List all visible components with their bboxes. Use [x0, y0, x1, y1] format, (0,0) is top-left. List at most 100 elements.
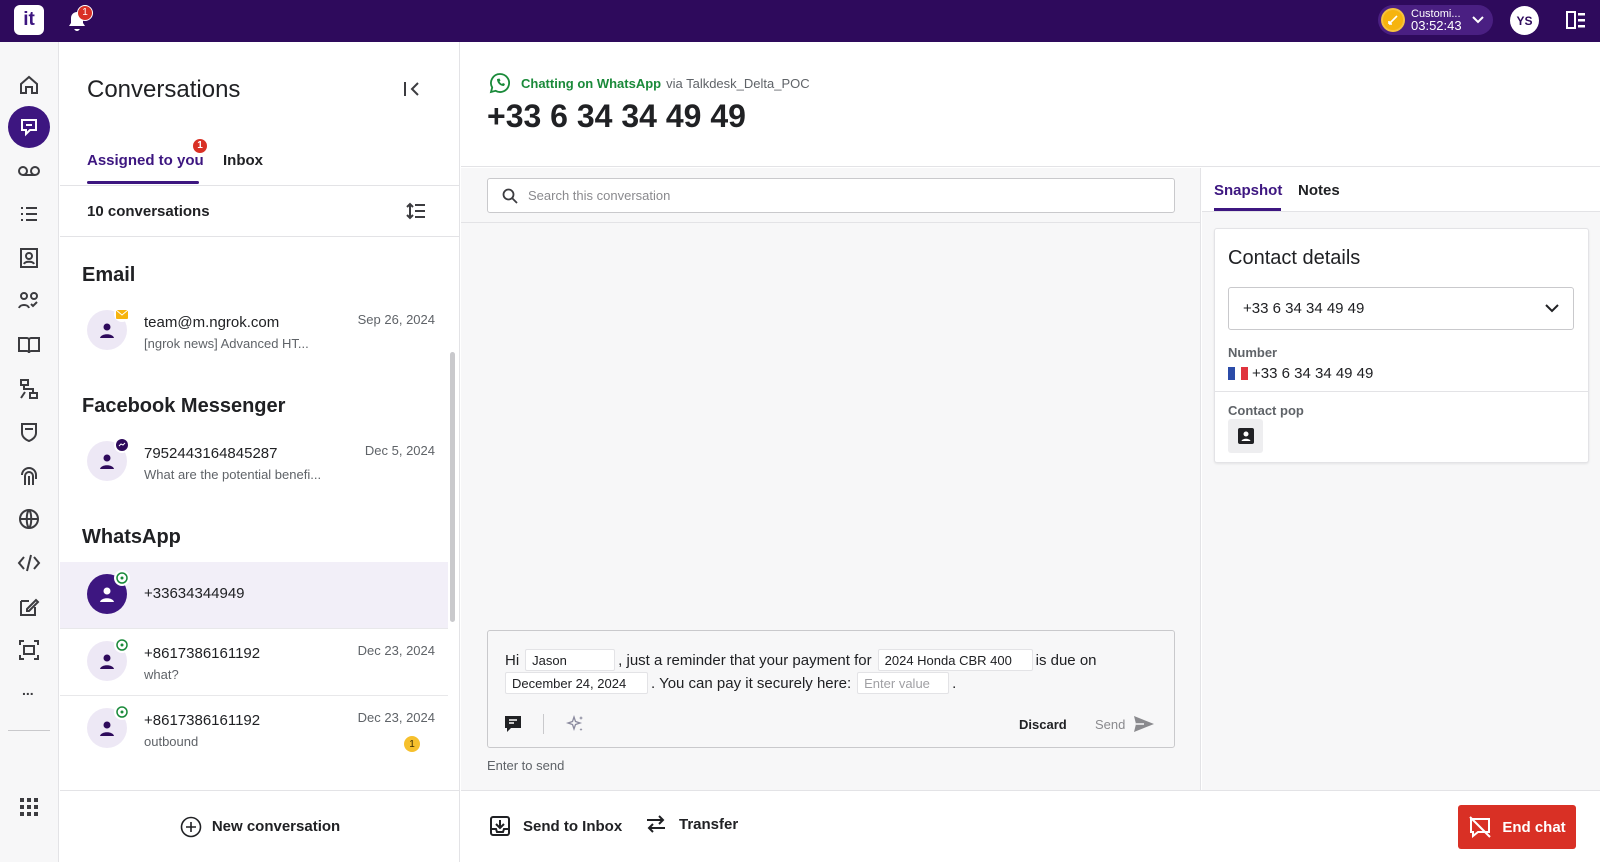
globe-icon[interactable]: [12, 502, 46, 536]
ai-sparkle-icon[interactable]: [564, 713, 586, 735]
end-chat-icon: [1469, 816, 1492, 838]
send-to-inbox-label: Send to Inbox: [523, 817, 623, 835]
chat-area: Hi Jason , just a reminder that your pay…: [461, 168, 1201, 790]
conversation-date: Dec 5, 2024: [364, 443, 435, 458]
end-chat-button[interactable]: End chat: [1458, 805, 1576, 849]
template-field-date[interactable]: December 24, 2024: [505, 672, 648, 694]
voicemail-icon[interactable]: [12, 154, 46, 188]
message-text: is due on: [1035, 651, 1097, 669]
user-avatar[interactable]: YS: [1510, 6, 1539, 35]
status-timer: 03:52:43: [1411, 18, 1462, 33]
template-field-item[interactable]: 2024 Honda CBR 400: [877, 649, 1033, 671]
section-whatsapp-title: WhatsApp: [82, 526, 181, 548]
whatsapp-icon: [114, 704, 130, 720]
top-bar: it 1 Customi... 03:52:43 YS: [0, 0, 1600, 42]
scrollbar[interactable]: [450, 352, 455, 622]
inbox-icon: [490, 816, 510, 836]
templates-icon[interactable]: [503, 714, 523, 734]
conversations-icon[interactable]: [8, 106, 50, 148]
conversation-item[interactable]: +8617386161192 what? Dec 23, 2024: [60, 629, 448, 695]
enter-to-send-hint: Enter to send: [487, 758, 565, 773]
conversation-item[interactable]: 7952443164845287 What are the potential …: [60, 429, 448, 495]
whatsapp-icon: [489, 73, 510, 94]
contact-details-card: Contact details +33 6 34 34 49 49 Number…: [1214, 228, 1589, 463]
notifications-bell-icon[interactable]: 1: [67, 5, 93, 37]
list-icon[interactable]: [12, 198, 46, 232]
section-email-title: Email: [82, 264, 136, 286]
tab-inbox[interactable]: Inbox: [223, 152, 263, 169]
transfer-label: Transfer: [679, 815, 739, 833]
panel-toggle-icon[interactable]: [1566, 11, 1586, 34]
conversation-preview: what?: [144, 667, 179, 682]
whatsapp-icon: [114, 570, 130, 586]
send-button[interactable]: Send: [1095, 715, 1155, 733]
divider: [461, 222, 1201, 223]
conversation-preview: [ngrok news] Advanced HT...: [144, 336, 309, 351]
conversation-name: +8617386161192: [144, 712, 261, 729]
channel-label: Chatting on WhatsApp: [521, 75, 662, 91]
screen-icon[interactable]: [12, 633, 46, 667]
contact-number-select[interactable]: +33 6 34 34 49 49: [1228, 287, 1574, 330]
sort-icon[interactable]: [406, 202, 426, 225]
unread-badge: 1: [404, 736, 420, 752]
teams-icon[interactable]: [12, 284, 46, 318]
conversation-item[interactable]: +8617386161192 outbound Dec 23, 2024 1: [60, 696, 448, 762]
code-icon[interactable]: [12, 546, 46, 580]
plus-circle-icon: [180, 816, 202, 837]
knowledge-icon[interactable]: [12, 328, 46, 362]
message-text: Hi: [505, 651, 520, 669]
conversation-item[interactable]: team@m.ngrok.com [ngrok news] Advanced H…: [60, 298, 448, 364]
conversation-search[interactable]: [487, 178, 1175, 213]
search-input[interactable]: [528, 188, 1128, 203]
apps-grid-icon[interactable]: [12, 790, 46, 824]
section-messenger-title: Facebook Messenger: [82, 395, 286, 417]
nav-divider: [8, 730, 50, 731]
contact-pop-button[interactable]: [1228, 419, 1263, 453]
workflow-icon[interactable]: [12, 372, 46, 406]
conversation-count: 10 conversations: [87, 203, 210, 220]
send-label: Send: [1095, 716, 1126, 732]
search-icon: [502, 188, 518, 204]
shield-icon[interactable]: [12, 415, 46, 449]
contact-pop-label: Contact pop: [1228, 403, 1304, 418]
template-field-link[interactable]: Enter value: [857, 672, 950, 694]
conversation-preview: What are the potential benefi...: [144, 467, 322, 482]
divider: [1215, 391, 1588, 392]
new-conversation-button[interactable]: New conversation: [60, 790, 460, 862]
conversation-name: +33634344949: [144, 585, 245, 602]
new-conversation-label: New conversation: [211, 818, 341, 835]
tab-notes[interactable]: Notes: [1298, 182, 1340, 199]
edit-icon[interactable]: [12, 590, 46, 624]
message-composer[interactable]: Hi Jason , just a reminder that your pay…: [487, 630, 1175, 748]
tab-assigned-to-you[interactable]: Assigned to you 1: [87, 138, 208, 169]
end-chat-label: End chat: [1502, 818, 1566, 836]
conversations-title: Conversations: [87, 76, 241, 103]
template-field-name[interactable]: Jason: [525, 649, 616, 671]
whatsapp-icon: [114, 637, 130, 653]
channel-via: via Talkdesk_Delta_POC: [666, 75, 810, 91]
send-icon: [1134, 716, 1155, 732]
left-navigation: ...: [0, 42, 59, 862]
conversations-panel: Conversations Assigned to you 1 Inbox 10…: [60, 42, 460, 862]
chevron-down-icon: [1471, 16, 1484, 24]
discard-button[interactable]: Discard: [1019, 717, 1067, 732]
send-to-inbox-button[interactable]: Send to Inbox: [489, 815, 622, 837]
agent-status-button[interactable]: Customi... 03:52:43: [1378, 5, 1493, 35]
conversation-name: team@m.ngrok.com: [144, 314, 280, 331]
fingerprint-icon[interactable]: [12, 459, 46, 493]
france-flag-icon: [1228, 367, 1249, 380]
more-icon[interactable]: ...: [22, 682, 34, 698]
contact-panel: Snapshot Notes Contact details +33 6 34 …: [1202, 168, 1600, 790]
collapse-panel-icon[interactable]: [403, 80, 421, 103]
conversation-preview: outbound: [144, 734, 199, 749]
conversation-item-selected[interactable]: +33634344949: [60, 562, 448, 628]
tab-snapshot[interactable]: Snapshot: [1214, 182, 1282, 199]
home-icon[interactable]: [12, 68, 46, 102]
number-label: Number: [1228, 345, 1278, 360]
chevron-down-icon: [1545, 304, 1559, 313]
talkdesk-logo[interactable]: it: [14, 5, 44, 35]
conversation-name: +8617386161192: [144, 645, 261, 662]
divider: [543, 714, 544, 734]
transfer-button[interactable]: Transfer: [645, 815, 738, 833]
contacts-icon[interactable]: [12, 241, 46, 275]
